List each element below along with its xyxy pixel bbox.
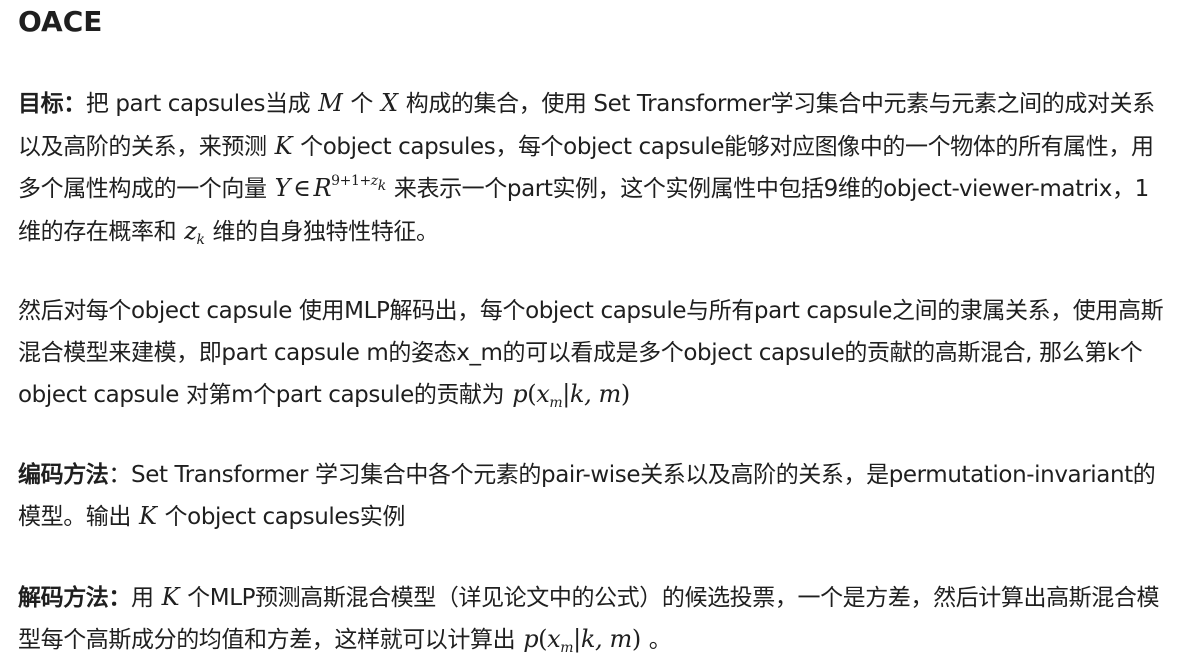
math-M: M xyxy=(318,89,343,117)
encoding-label: 编码方法 xyxy=(18,461,109,488)
math-p-formula: p(xm|k, m) xyxy=(504,380,638,411)
math-K: K xyxy=(274,131,293,160)
math-z-sub: k xyxy=(196,231,205,248)
decoding-label: 解码方法： xyxy=(18,584,132,611)
math-X: X xyxy=(381,89,398,117)
math-zk: zk xyxy=(176,216,212,248)
decoding-text-3: 。 xyxy=(648,627,672,653)
math-K: K xyxy=(161,582,180,611)
math-Y: Y xyxy=(274,174,291,202)
math-given: |k, m xyxy=(573,625,632,653)
math-p-formula: p(xm|k, m) xyxy=(515,625,649,656)
paragraph-decode-relation: 然后对每个object capsule 使用MLP解码出，每个object ca… xyxy=(18,291,1165,417)
math-close-paren: ) xyxy=(631,625,641,653)
math-close-paren: ) xyxy=(620,380,630,408)
math-given: |k, m xyxy=(562,380,621,408)
math-x-sub: m xyxy=(560,640,574,656)
math-K: K xyxy=(139,502,157,530)
math-exp-z: z xyxy=(370,173,378,189)
math-x: x xyxy=(536,380,550,408)
math-R-exponent: 9+1+zk xyxy=(331,173,386,193)
math-Y-in-R: Y ∈ R9+1+zk xyxy=(267,174,394,202)
document-page: OACE 目标：把 part capsules当成 M 个 X 构成的集合，使用 Set… xyxy=(0,0,1177,664)
math-open-paren: ( xyxy=(527,380,537,408)
math-exp-k: k xyxy=(377,178,386,194)
goal-text-6: 维的自身独特性特征。 xyxy=(212,218,439,245)
math-x-sub: m xyxy=(549,395,563,411)
math-p: p xyxy=(512,380,528,408)
decoding-text-1: 用 xyxy=(131,584,154,611)
math-in-symbol: ∈ xyxy=(293,174,311,202)
encoding-text-2: 个object capsules实例 xyxy=(164,504,406,530)
math-open-paren: ( xyxy=(538,625,548,653)
page-title: OACE xyxy=(18,5,103,38)
math-x: x xyxy=(547,625,561,653)
math-R: R xyxy=(313,174,332,202)
paragraph-encoding: 编码方法：Set Transformer 学习集合中各个元素的pair-wise… xyxy=(18,455,1165,539)
paragraph-goal: 目标：把 part capsules当成 M 个 X 构成的集合，使用 Set Tran… xyxy=(18,83,1165,253)
math-z: z xyxy=(184,216,197,245)
goal-label: 目标： xyxy=(18,91,86,117)
goal-text-1: 把 part capsules当成 xyxy=(85,91,311,117)
math-exp-number: 9+1+ xyxy=(331,173,371,189)
paragraph-decoding: 解码方法：用 K 个MLP预测高斯混合模型（详见论文中的公式）的候选投票，一个是方差… xyxy=(18,577,1165,662)
math-p: p xyxy=(523,625,539,653)
goal-text-2: 个 xyxy=(350,91,374,117)
